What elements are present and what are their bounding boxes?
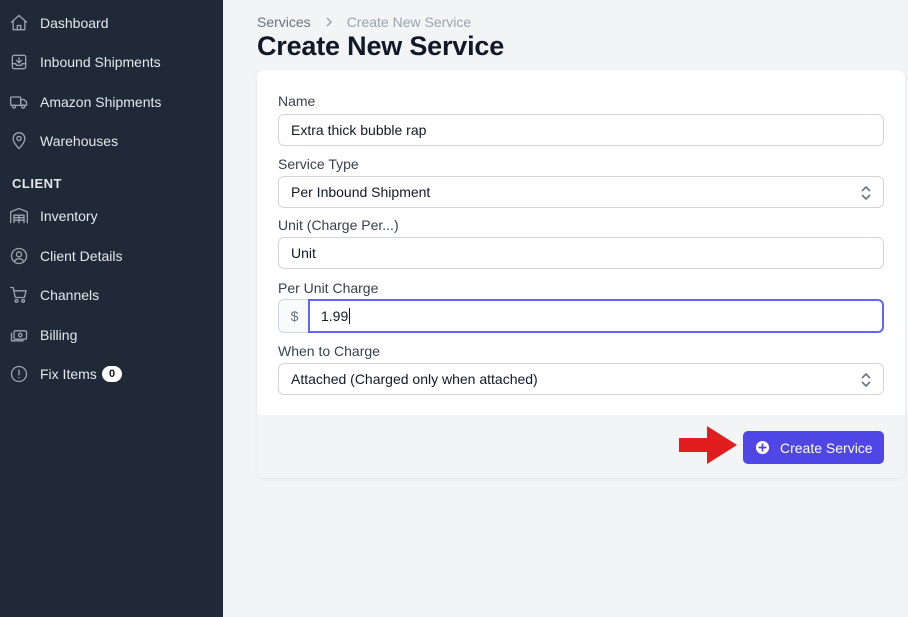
inbox-download-icon (8, 51, 30, 73)
service-type-value: Per Inbound Shipment (291, 184, 431, 200)
page-title: Create New Service (257, 31, 505, 61)
home-icon (8, 12, 30, 34)
chevron-up-down-icon (859, 371, 873, 389)
exclamation-circle-icon (8, 363, 30, 385)
sidebar-item-label: Amazon Shipments (40, 94, 162, 110)
sidebar-item-dashboard[interactable]: Dashboard (0, 6, 223, 40)
unit-label: Unit (Charge Per...) (278, 217, 399, 233)
sidebar-section-heading: CLIENT (12, 176, 62, 191)
sidebar-item-label: Inventory (40, 208, 98, 224)
shopping-cart-icon (8, 284, 30, 306)
sidebar-item-inventory[interactable]: Inventory (0, 199, 223, 233)
currency-prefix: $ (278, 299, 310, 333)
when-to-charge-value: Attached (Charged only when attached) (291, 371, 538, 387)
sidebar-item-channels[interactable]: Channels (0, 278, 223, 312)
sidebar: Dashboard Inbound Shipments Amazon Shipm… (0, 0, 223, 617)
map-pin-icon (8, 130, 30, 152)
warehouse-shelves-icon (8, 205, 30, 227)
truck-icon (8, 91, 30, 113)
sidebar-item-label: Channels (40, 287, 100, 303)
sidebar-item-warehouses[interactable]: Warehouses (0, 124, 223, 158)
chevron-right-icon (325, 15, 333, 30)
when-to-charge-label: When to Charge (278, 343, 380, 359)
sidebar-item-label: Fix Items (40, 366, 97, 382)
sidebar-item-label: Warehouses (40, 133, 119, 149)
arrow-right-icon (679, 426, 737, 464)
unit-input[interactable]: Unit (278, 237, 884, 269)
sidebar-item-fix-items[interactable]: Fix Items 0 (0, 357, 223, 391)
plus-circle-icon (755, 440, 770, 455)
count-badge: 0 (102, 366, 123, 382)
per-unit-charge-value: 1.99 (321, 308, 349, 324)
create-service-button[interactable]: Create Service (743, 431, 884, 464)
name-label: Name (278, 93, 316, 109)
sidebar-item-client-details[interactable]: Client Details (0, 239, 223, 273)
chevron-up-down-icon (859, 184, 873, 202)
service-form-card: Name Extra thick bubble rap Service Type… (257, 70, 905, 478)
unit-input-value: Unit (291, 245, 316, 261)
breadcrumb: Services Create New Service (257, 14, 471, 30)
name-input-value: Extra thick bubble rap (291, 122, 427, 138)
per-unit-charge-input[interactable]: 1.99 (308, 299, 884, 333)
sidebar-item-label: Billing (40, 327, 78, 343)
name-input[interactable]: Extra thick bubble rap (278, 114, 884, 146)
sidebar-item-label: Client Details (40, 248, 123, 264)
sidebar-item-label: Dashboard (40, 15, 109, 31)
cash-icon (8, 324, 30, 346)
create-service-label: Create Service (780, 439, 873, 456)
sidebar-item-inbound-shipments[interactable]: Inbound Shipments (0, 45, 223, 79)
breadcrumb-link-services[interactable]: Services (257, 14, 311, 30)
sidebar-item-label: Inbound Shipments (40, 54, 161, 70)
service-type-label: Service Type (278, 156, 359, 172)
per-unit-charge-label: Per Unit Charge (278, 280, 379, 296)
sidebar-item-amazon-shipments[interactable]: Amazon Shipments (0, 85, 223, 119)
service-type-select[interactable]: Per Inbound Shipment (278, 176, 884, 208)
text-caret (349, 308, 351, 324)
breadcrumb-current: Create New Service (346, 14, 472, 30)
when-to-charge-select[interactable]: Attached (Charged only when attached) (278, 363, 884, 395)
sidebar-item-billing[interactable]: Billing (0, 318, 223, 352)
user-circle-icon (8, 245, 30, 267)
